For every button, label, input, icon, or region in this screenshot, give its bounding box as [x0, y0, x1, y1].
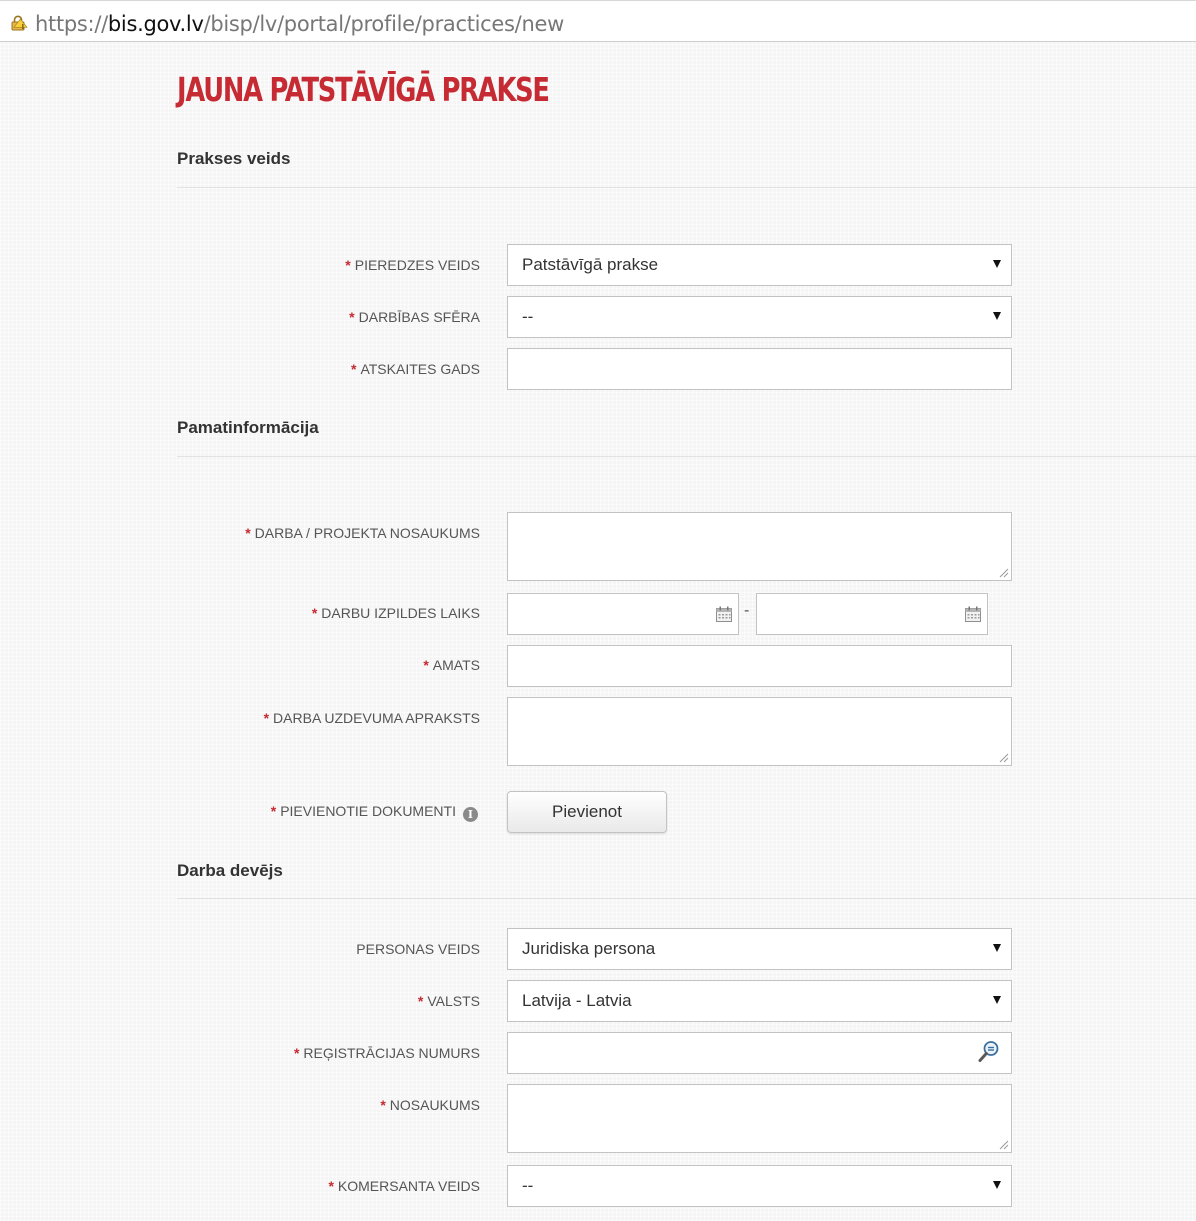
execution-time-to-input[interactable]	[756, 593, 988, 635]
label-text: Darbu izpildes laiks	[321, 605, 480, 621]
label-report-year: * Atskaites gads	[351, 360, 480, 378]
page-title: Jauna patstāvīgā prakse	[177, 70, 550, 109]
label-project-name: * Darba / projekta nosaukums	[245, 524, 480, 542]
required-marker: *	[328, 1178, 334, 1194]
chevron-down-icon	[993, 260, 1001, 268]
person-type-select[interactable]: Juridiska persona	[507, 928, 1012, 970]
label-merchant-type: * Komersanta veids	[328, 1177, 480, 1195]
chevron-down-icon	[993, 996, 1001, 1004]
label-experience-type: * Pieredzes veids	[345, 256, 480, 274]
required-marker: *	[423, 657, 429, 673]
label-position: * Amats	[423, 656, 480, 674]
warning-lock-icon: !	[11, 15, 28, 31]
label-text: Pieredzes veids	[354, 257, 480, 273]
svg-text:!: !	[21, 23, 24, 31]
url-host: bis.gov.lv	[107, 12, 204, 36]
label-text: Darbības sfēra	[358, 309, 480, 325]
section-divider	[177, 898, 1196, 899]
required-marker: *	[351, 361, 357, 377]
chevron-down-icon	[993, 312, 1001, 320]
label-country: * Valsts	[418, 992, 480, 1010]
calendar-icon[interactable]	[714, 604, 734, 624]
select-value: --	[522, 1176, 534, 1195]
resize-grip-icon[interactable]	[999, 753, 1009, 763]
required-marker: *	[245, 525, 251, 541]
info-icon[interactable]: i	[463, 807, 478, 822]
chevron-down-icon	[993, 944, 1001, 952]
merchant-type-select[interactable]: --	[507, 1165, 1012, 1207]
add-document-button[interactable]: Pievienot	[507, 791, 667, 833]
select-value: Juridiska persona	[522, 939, 656, 958]
required-marker: *	[380, 1097, 386, 1113]
task-description-textarea[interactable]	[507, 697, 1012, 766]
label-text: Darba / projekta nosaukums	[254, 525, 480, 541]
calendar-icon[interactable]	[963, 604, 983, 624]
registration-number-input[interactable]	[507, 1032, 1012, 1074]
url-text[interactable]: https://bis.gov.lv/bisp/lv/portal/profil…	[35, 11, 564, 37]
label-text: Komersanta veids	[337, 1178, 480, 1194]
chevron-down-icon	[993, 1181, 1001, 1189]
section-divider	[177, 456, 1196, 457]
position-input[interactable]	[507, 645, 1012, 687]
execution-time-from-input[interactable]	[507, 593, 739, 635]
section-title-employer: Darba devējs	[177, 861, 283, 880]
country-select[interactable]: Latvija - Latvia	[507, 980, 1012, 1022]
label-text: Darba uzdevuma apraksts	[273, 710, 480, 726]
activity-sphere-select[interactable]: --	[507, 296, 1012, 338]
label-text: Pievienotie dokumenti	[280, 803, 456, 819]
section-title-practice-type: Prakses veids	[177, 149, 291, 168]
select-value: --	[522, 307, 534, 326]
section-title-basic-info: Pamatinformācija	[177, 418, 319, 437]
label-text: Nosaukums	[389, 1097, 480, 1113]
label-activity-sphere: * Darbības sfēra	[349, 308, 480, 326]
search-icon[interactable]	[977, 1039, 1001, 1065]
label-text: Atskaites gads	[360, 361, 480, 377]
date-range-separator: -	[744, 602, 750, 619]
url-scheme: https://	[35, 12, 108, 36]
label-person-type: Personas veids	[356, 940, 480, 958]
report-year-input[interactable]	[507, 348, 1012, 390]
required-marker: *	[345, 257, 351, 273]
label-attached-documents: * Pievienotie dokumenti i	[271, 802, 478, 822]
resize-grip-icon[interactable]	[999, 1140, 1009, 1150]
label-text: Valsts	[427, 993, 480, 1009]
required-marker: *	[293, 1045, 300, 1061]
label-registration-number: * Reģistrācijas numurs	[294, 1044, 480, 1062]
select-value: Latvija - Latvia	[522, 991, 632, 1010]
label-text: Amats	[432, 657, 480, 673]
required-marker: *	[417, 993, 424, 1009]
experience-type-select[interactable]: Patstāvīgā prakse	[507, 244, 1012, 286]
required-marker: *	[263, 710, 270, 726]
required-marker: *	[311, 605, 318, 621]
label-task-description: * Darba uzdevuma apraksts	[264, 709, 480, 727]
required-marker: *	[270, 803, 277, 819]
name-textarea[interactable]	[507, 1084, 1012, 1153]
project-name-textarea[interactable]	[507, 512, 1012, 581]
label-name: * Nosaukums	[380, 1096, 480, 1114]
label-text: Personas veids	[356, 941, 480, 957]
select-value: Patstāvīgā prakse	[522, 255, 659, 274]
resize-grip-icon[interactable]	[999, 568, 1009, 578]
label-text: Reģistrācijas numurs	[303, 1045, 480, 1061]
url-path: /bisp/lv/portal/profile/practices/new	[203, 12, 565, 36]
address-bar[interactable]: ! https://bis.gov.lv/bisp/lv/portal/prof…	[0, 0, 1196, 42]
required-marker: *	[349, 309, 355, 325]
section-divider	[177, 187, 1196, 188]
label-execution-time: * Darbu izpildes laiks	[312, 604, 480, 622]
